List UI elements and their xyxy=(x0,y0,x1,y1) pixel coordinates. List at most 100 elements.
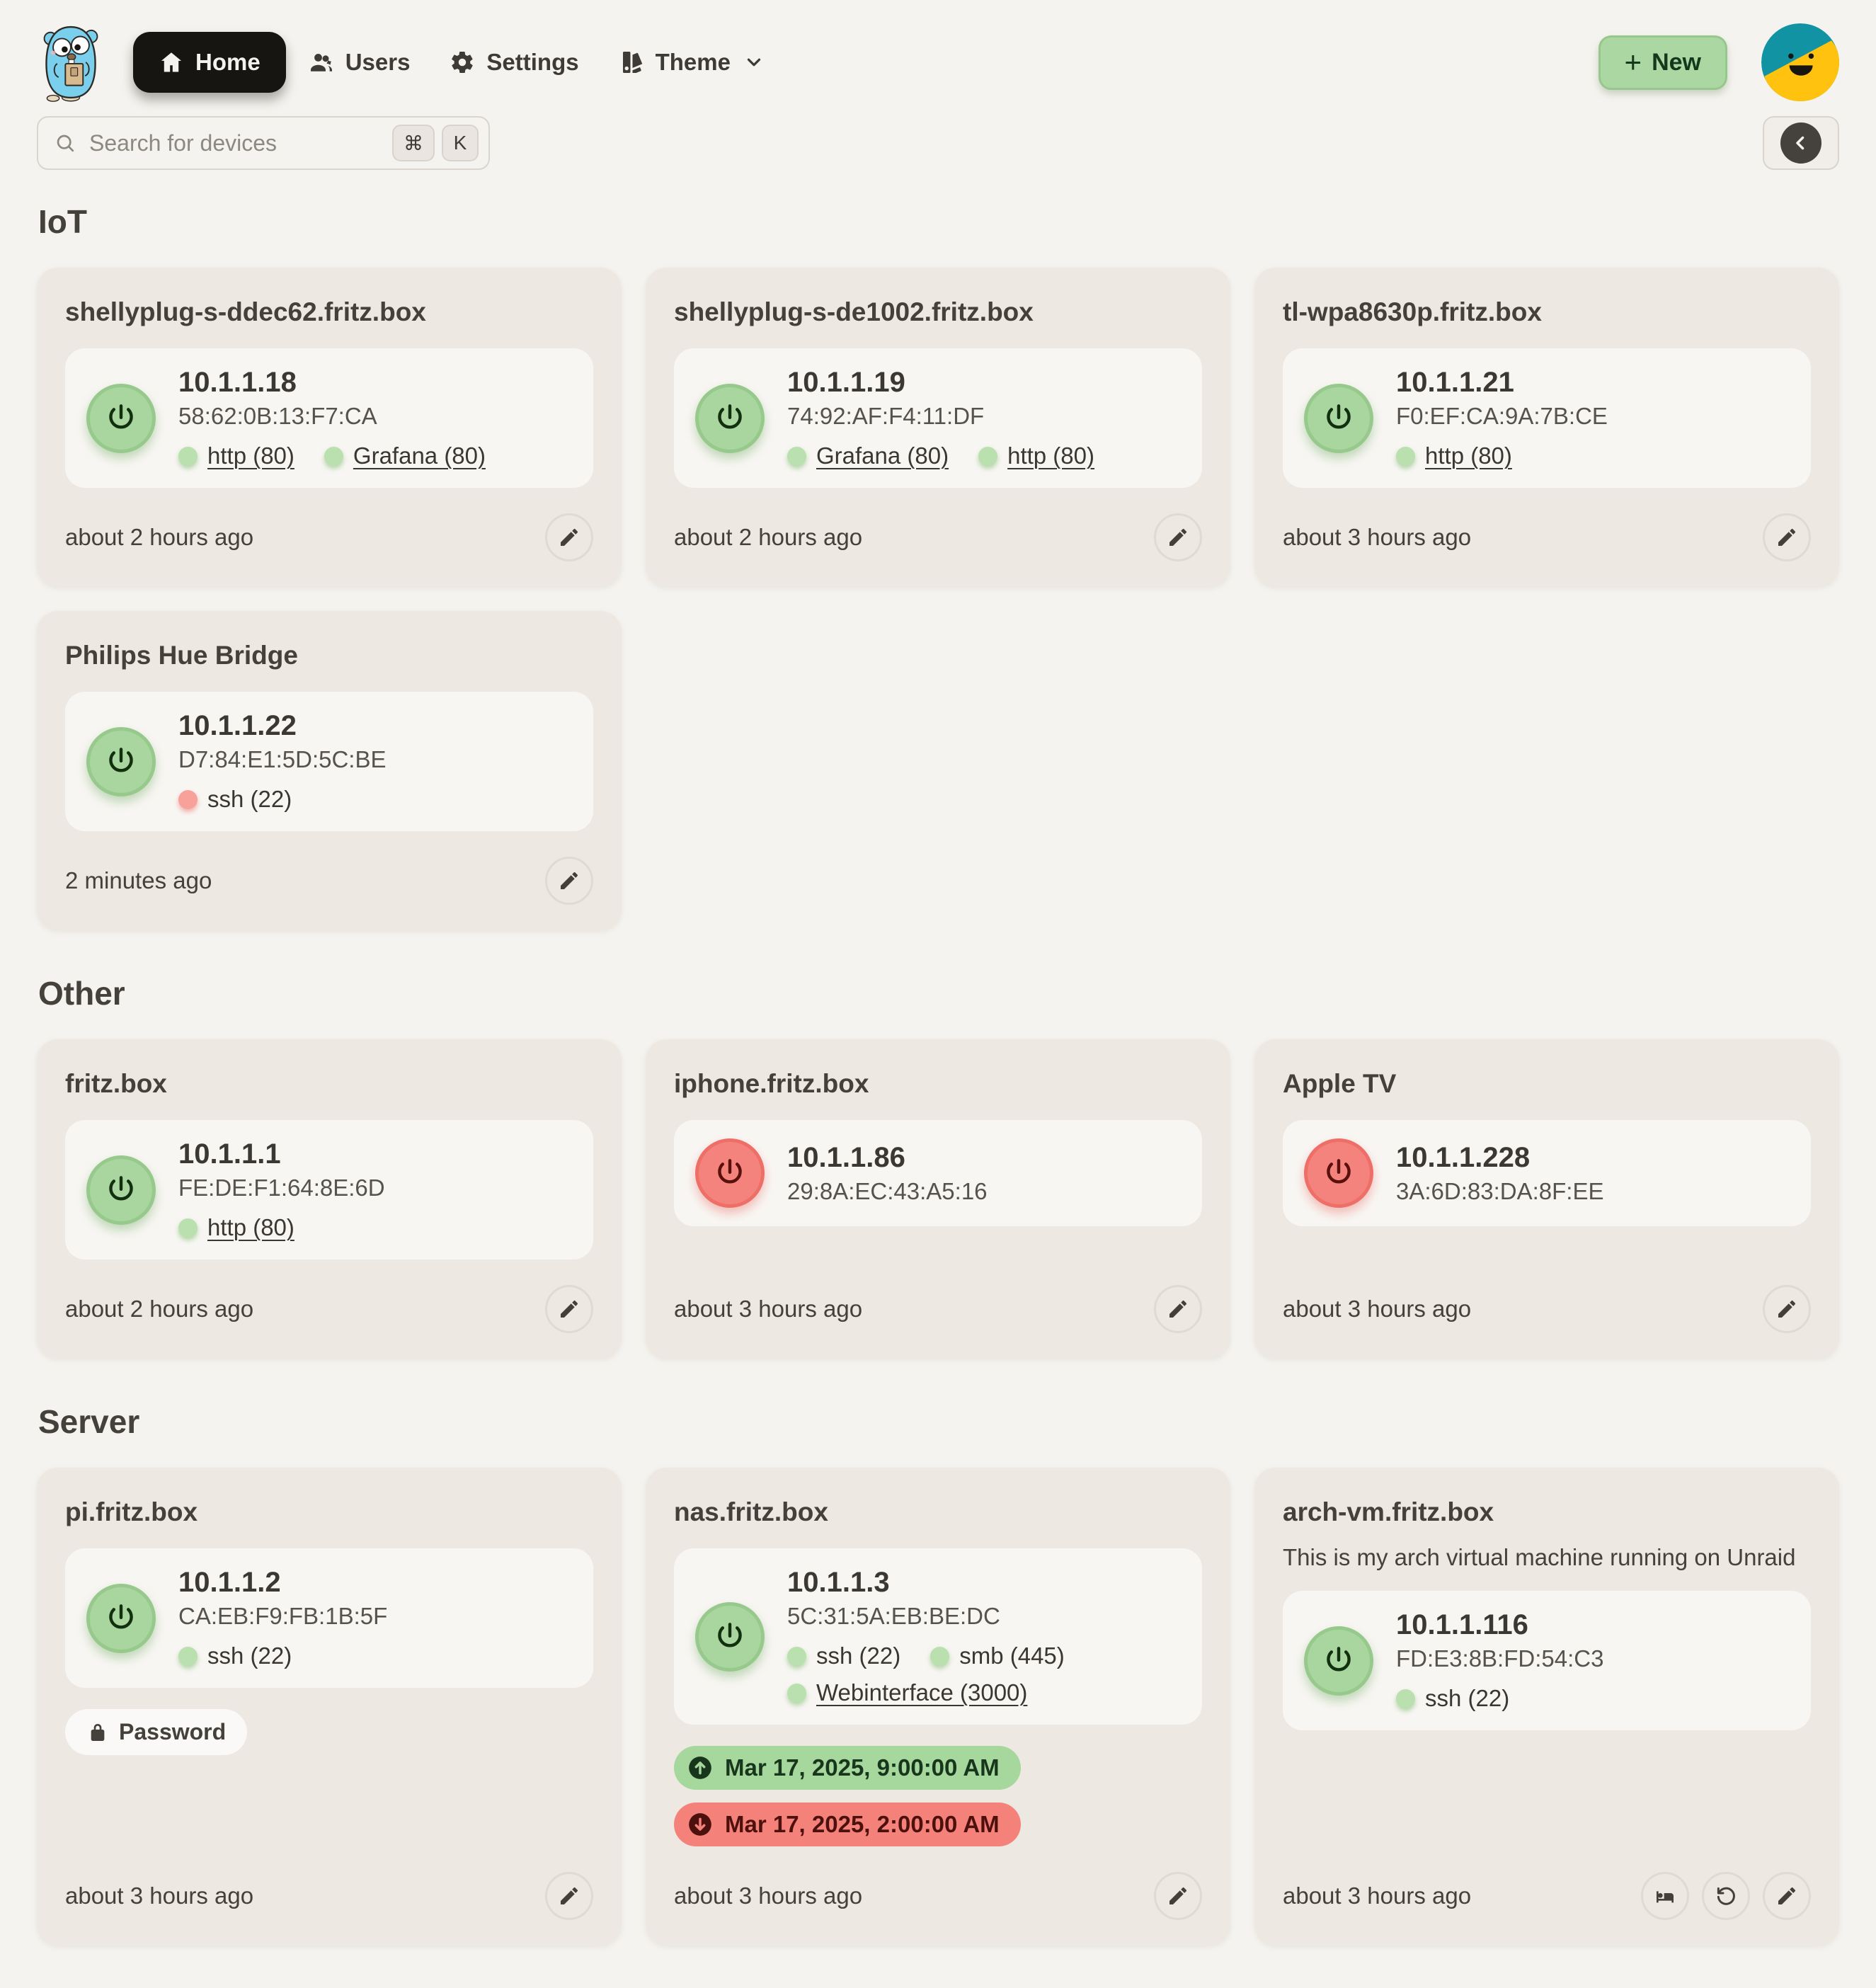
device-card: pi.fritz.box 10.1.1.2 CA:EB:F9:FB:1B:5F … xyxy=(37,1468,622,1946)
port-label: ssh (22) xyxy=(178,1643,292,1669)
device-panel: 10.1.1.86 29:8A:EC:43:A5:16 xyxy=(674,1120,1202,1226)
edit-button[interactable] xyxy=(545,513,593,561)
edit-button[interactable] xyxy=(545,857,593,905)
edit-button[interactable] xyxy=(1154,1872,1202,1920)
power-button[interactable] xyxy=(86,727,156,796)
device-description: This is my arch virtual machine running … xyxy=(1283,1544,1811,1571)
device-section: Server pi.fritz.box 10.1.1.2 CA:EB:F9:FB… xyxy=(37,1403,1839,1946)
theme-swatches-icon xyxy=(619,50,644,75)
wake-icon xyxy=(1654,1885,1676,1907)
plus-icon: + xyxy=(1625,50,1642,74)
last-seen: about 2 hours ago xyxy=(674,524,862,551)
device-section: Other fritz.box 10.1.1.1 FE:DE:F1:64:8E:… xyxy=(37,974,1839,1359)
port-label: ssh (22) xyxy=(1396,1685,1509,1712)
power-button[interactable] xyxy=(695,1138,765,1208)
last-seen: about 2 hours ago xyxy=(65,524,253,551)
edit-button[interactable] xyxy=(1154,513,1202,561)
device-name: shellyplug-s-de1002.fritz.box xyxy=(674,297,1202,327)
new-device-button[interactable]: + New xyxy=(1598,35,1727,90)
nav-settings[interactable]: Settings xyxy=(433,32,595,93)
last-seen: about 2 hours ago xyxy=(65,1296,253,1323)
port-link[interactable]: http (80) xyxy=(978,442,1094,469)
device-ip: 10.1.1.22 xyxy=(178,710,387,742)
port-text: ssh (22) xyxy=(1425,1685,1509,1712)
edit-button[interactable] xyxy=(1763,1285,1811,1333)
power-button[interactable] xyxy=(1304,384,1373,453)
nav-home[interactable]: Home xyxy=(133,32,286,93)
port-text: Grafana (80) xyxy=(353,442,486,469)
search-box[interactable]: ⌘ K xyxy=(37,116,490,170)
edit-icon xyxy=(558,1885,580,1907)
port-link[interactable]: http (80) xyxy=(178,1214,294,1241)
edit-icon xyxy=(558,1298,580,1320)
device-mac: 58:62:0B:13:F7:CA xyxy=(178,403,486,430)
edit-button[interactable] xyxy=(1763,1872,1811,1920)
user-avatar[interactable] xyxy=(1761,23,1839,101)
password-chip[interactable]: Password xyxy=(65,1709,247,1755)
chips-row: Password xyxy=(65,1709,593,1755)
collapse-button[interactable] xyxy=(1763,116,1839,170)
nav-users[interactable]: Users xyxy=(292,32,428,93)
ports-list: ssh (22) xyxy=(1396,1685,1603,1712)
port-text: http (80) xyxy=(1425,442,1512,469)
home-icon xyxy=(159,50,184,75)
power-button[interactable] xyxy=(86,1155,156,1225)
device-mac: 74:92:AF:F4:11:DF xyxy=(787,403,1094,430)
device-panel: 10.1.1.2 CA:EB:F9:FB:1B:5F ssh (22) xyxy=(65,1548,593,1688)
edit-button[interactable] xyxy=(1154,1285,1202,1333)
edit-icon xyxy=(1167,526,1189,549)
edit-button[interactable] xyxy=(545,1285,593,1333)
port-status-dot xyxy=(787,447,806,466)
k-key: K xyxy=(442,125,479,161)
device-panel: 10.1.1.228 3A:6D:83:DA:8F:EE xyxy=(1283,1120,1811,1226)
device-info: 10.1.1.21 F0:EF:CA:9A:7B:CE http (80) xyxy=(1396,367,1608,469)
port-text: Webinterface (3000) xyxy=(816,1679,1027,1706)
port-link[interactable]: http (80) xyxy=(1396,442,1512,469)
port-link[interactable]: http (80) xyxy=(178,442,294,469)
device-panel: 10.1.1.21 F0:EF:CA:9A:7B:CE http (80) xyxy=(1283,348,1811,488)
card-footer: about 3 hours ago xyxy=(1283,1259,1811,1333)
last-seen: about 3 hours ago xyxy=(1283,1296,1471,1323)
power-button[interactable] xyxy=(695,384,765,453)
last-seen: about 3 hours ago xyxy=(674,1296,862,1323)
restore-icon xyxy=(1715,1885,1737,1907)
card-footer: about 3 hours ago xyxy=(65,1846,593,1920)
search-row: ⌘ K xyxy=(0,106,1876,170)
search-input[interactable] xyxy=(89,130,385,156)
device-card: shellyplug-s-ddec62.fritz.box 10.1.1.18 … xyxy=(37,268,622,587)
card-actions xyxy=(1154,1872,1202,1920)
card-footer: about 3 hours ago xyxy=(1283,1846,1811,1920)
port-link[interactable]: Grafana (80) xyxy=(324,442,486,469)
port-text: smb (445) xyxy=(959,1643,1065,1669)
device-card: tl-wpa8630p.fritz.box 10.1.1.21 F0:EF:CA… xyxy=(1254,268,1839,587)
device-card: Apple TV 10.1.1.228 3A:6D:83:DA:8F:EE ab… xyxy=(1254,1039,1839,1359)
power-button[interactable] xyxy=(1304,1626,1373,1696)
card-footer: about 3 hours ago xyxy=(674,1259,1202,1333)
edit-icon xyxy=(558,526,580,549)
nav-users-label: Users xyxy=(345,49,411,76)
port-link[interactable]: Webinterface (3000) xyxy=(787,1679,1027,1706)
port-text: ssh (22) xyxy=(207,1643,292,1669)
edit-button[interactable] xyxy=(545,1872,593,1920)
power-icon xyxy=(105,1602,137,1635)
chip-label: Password xyxy=(119,1719,226,1745)
app-logo[interactable] xyxy=(37,21,105,104)
nav-theme[interactable]: Theme xyxy=(602,32,782,93)
lock-icon xyxy=(86,1721,109,1744)
device-name: fritz.box xyxy=(65,1069,593,1099)
ports-list: http (80) Grafana (80) xyxy=(178,442,486,469)
avatar-smiley-icon xyxy=(1761,23,1839,101)
port-link[interactable]: Grafana (80) xyxy=(787,442,949,469)
power-button[interactable] xyxy=(86,384,156,453)
edit-icon xyxy=(1775,1298,1798,1320)
port-text: Grafana (80) xyxy=(816,442,949,469)
power-button[interactable] xyxy=(86,1584,156,1653)
section-title: Other xyxy=(38,974,1839,1012)
edit-button[interactable] xyxy=(1763,513,1811,561)
restore-button[interactable] xyxy=(1702,1872,1750,1920)
power-button[interactable] xyxy=(1304,1138,1373,1208)
power-button[interactable] xyxy=(695,1602,765,1672)
wake-button[interactable] xyxy=(1641,1872,1689,1920)
section-title: IoT xyxy=(38,202,1839,241)
edit-icon xyxy=(1775,1885,1798,1907)
